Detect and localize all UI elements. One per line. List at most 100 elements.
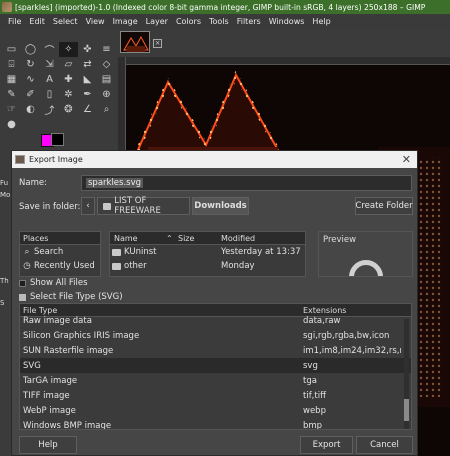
background-color-swatch[interactable]: [51, 133, 64, 146]
column-modified[interactable]: Modified: [221, 234, 301, 243]
menu-tools[interactable]: Tools: [205, 17, 233, 26]
column-file-type[interactable]: File Type: [20, 306, 301, 315]
file-row-kuninst[interactable]: KUninst Yesterday at 13:37: [110, 245, 305, 259]
rect-select-icon[interactable]: ▭: [2, 42, 21, 57]
filename-input[interactable]: sparkles.svg: [81, 175, 412, 191]
menu-select[interactable]: Select: [49, 17, 82, 26]
file-type-row[interactable]: Windows BMP image bmp: [20, 418, 411, 430]
filename-value: sparkles.svg: [86, 178, 144, 188]
fuzzy-select-icon[interactable]: ✧: [59, 42, 78, 57]
ink-icon[interactable]: ✒: [78, 87, 97, 102]
breadcrumb-downloads[interactable]: Downloads: [192, 197, 249, 215]
gimp-app-icon: [2, 2, 12, 12]
create-folder-button[interactable]: Create Folder: [355, 197, 413, 215]
chevron-left-icon: ‹: [86, 201, 90, 211]
dodge-icon[interactable]: ◐: [21, 102, 40, 117]
image-tab-thumbnail[interactable]: [120, 31, 150, 53]
places-item-label: Search: [34, 247, 64, 257]
file-type-name: WebP image: [23, 405, 76, 416]
window-titlebar: [sparkles] (imported)-1.0 (Indexed color…: [0, 0, 450, 14]
file-row-other[interactable]: other Monday: [110, 259, 305, 273]
file-type-scrollbar[interactable]: [404, 319, 409, 429]
export-button[interactable]: Export: [300, 436, 353, 454]
menu-image[interactable]: Image: [109, 17, 142, 26]
file-type-row[interactable]: Silicon Graphics IRIS image sgi,rgb,rgba,…: [20, 328, 411, 343]
eraser-icon[interactable]: ▯: [40, 87, 59, 102]
help-button[interactable]: Help: [19, 436, 77, 454]
menu-view[interactable]: View: [82, 17, 109, 26]
file-type-name: TarGA image: [23, 375, 78, 386]
rotate-icon[interactable]: ↻: [21, 57, 40, 72]
pencil-icon[interactable]: ✎: [2, 87, 21, 102]
folder-icon: [112, 262, 121, 270]
bucket-icon[interactable]: ◣: [78, 72, 97, 87]
file-modified: Yesterday at 13:37: [221, 247, 301, 257]
places-item-recently-used[interactable]: ◷ Recently Used: [20, 259, 100, 273]
show-all-files-checkbox[interactable]: Show All Files: [19, 278, 88, 288]
breadcrumb-list-of-freeware[interactable]: LIST OF FREEWARE: [97, 196, 190, 216]
gradient-icon[interactable]: ▤: [97, 72, 116, 87]
column-size[interactable]: Size: [178, 234, 221, 243]
column-extensions[interactable]: Extensions: [301, 306, 401, 315]
flip-icon[interactable]: ⇄: [78, 57, 97, 72]
file-type-extensions: data,raw: [303, 315, 341, 326]
crop-icon[interactable]: ⌹: [2, 57, 21, 72]
file-type-row[interactable]: Raw image data data,raw: [20, 313, 411, 328]
window-title: [sparkles] (imported)-1.0 (Indexed color…: [15, 2, 426, 12]
ellipse-select-icon[interactable]: ◯: [21, 42, 40, 57]
file-type-row[interactable]: TarGA image tga: [20, 373, 411, 388]
shear-icon[interactable]: ▱: [59, 57, 78, 72]
places-item-search[interactable]: ⌕ Search: [20, 245, 100, 259]
measure-icon[interactable]: ∠: [78, 102, 97, 117]
scale-icon[interactable]: ⇲: [40, 57, 59, 72]
export-image-dialog: Export Image ✕ Name: sparkles.svg Save i…: [11, 150, 418, 456]
brush-icon[interactable]: ✐: [21, 87, 40, 102]
menu-edit[interactable]: Edit: [25, 17, 49, 26]
zoom-icon[interactable]: ⌕: [97, 102, 116, 117]
warp-icon[interactable]: ∿: [21, 72, 40, 87]
color-picker-icon[interactable]: ❂: [59, 102, 78, 117]
perspective-icon[interactable]: ◇: [97, 57, 116, 72]
menu-filters[interactable]: Filters: [233, 17, 265, 26]
path-icon[interactable]: ⤴: [40, 102, 59, 117]
lasso-icon[interactable]: ⌒: [40, 42, 59, 57]
clone-icon[interactable]: ⊕: [97, 87, 116, 102]
breadcrumb-label: LIST OF FREEWARE: [114, 196, 161, 216]
menu-windows[interactable]: Windows: [265, 17, 309, 26]
show-all-files-label: Show All Files: [30, 278, 88, 288]
file-type-row[interactable]: SUN Rasterfile image im1,im8,im24,im32,rs…: [20, 343, 411, 358]
file-type-name: TIFF image: [23, 390, 70, 401]
file-type-row[interactable]: WebP image webp: [20, 403, 411, 418]
file-type-extensions: webp: [303, 405, 326, 416]
horizontal-ruler: [118, 57, 450, 65]
blur-icon[interactable]: ●: [2, 117, 21, 132]
file-type-extensions: tif,tiff: [303, 390, 326, 401]
column-name[interactable]: Name: [110, 234, 166, 243]
places-item-label: Recently Used: [34, 261, 95, 271]
text-icon[interactable]: A: [40, 72, 59, 87]
align-icon[interactable]: ≡: [97, 42, 116, 57]
dialog-close-icon[interactable]: ✕: [402, 153, 411, 166]
select-file-type-expander[interactable]: Select File Type (SVG): [19, 292, 123, 302]
heal-icon[interactable]: ✚: [59, 72, 78, 87]
menu-help[interactable]: Help: [308, 17, 334, 26]
recent-icon: ◷: [23, 261, 31, 271]
save-in-folder-label: Save in folder:: [19, 202, 81, 212]
file-type-row[interactable]: SVG svg: [20, 358, 411, 373]
cage-icon[interactable]: ▦: [2, 72, 21, 87]
smudge-icon[interactable]: ☞: [2, 102, 21, 117]
file-type-row[interactable]: TIFF image tif,tiff: [20, 388, 411, 403]
file-type-name: SUN Rasterfile image: [23, 345, 114, 356]
checkbox-box: [19, 279, 26, 287]
scrollbar-thumb[interactable]: [404, 399, 409, 421]
menu-layer[interactable]: Layer: [142, 17, 172, 26]
menu-file[interactable]: File: [4, 17, 25, 26]
breadcrumb-label: Downloads: [194, 201, 247, 211]
menu-colors[interactable]: Colors: [172, 17, 205, 26]
move-icon[interactable]: ✜: [78, 42, 97, 57]
airbrush-icon[interactable]: ✲: [59, 87, 78, 102]
file-type-extensions: im1,im8,im24,im32,rs,ras: [303, 345, 401, 356]
image-tab-close-icon[interactable]: ×: [153, 39, 162, 48]
cancel-button[interactable]: Cancel: [356, 436, 413, 454]
breadcrumb-back-button[interactable]: ‹: [81, 197, 95, 215]
